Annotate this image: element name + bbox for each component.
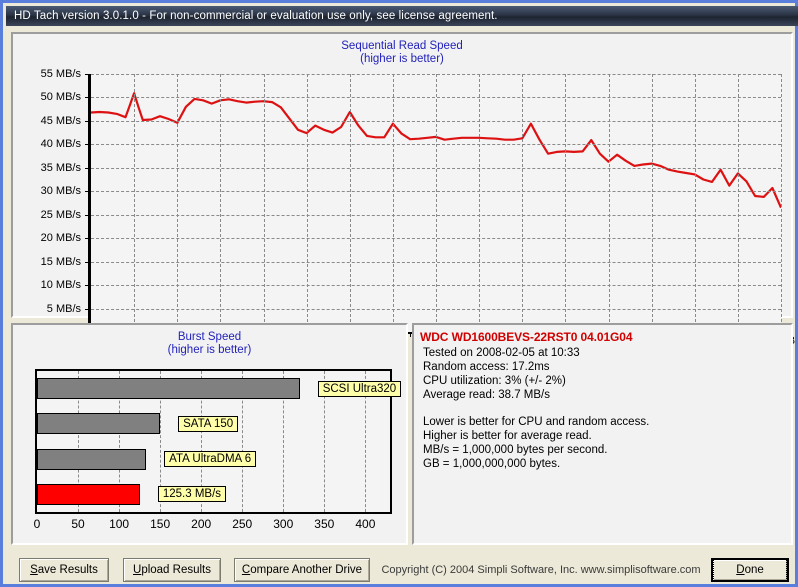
- sequential-y-tick: [85, 144, 91, 146]
- burst-x-tick-label: 0: [33, 517, 41, 531]
- note-gb-definition: GB = 1,000,000,000 bytes.: [423, 458, 561, 470]
- drive-model-label: WDC WD1600BEVS-22RST0 04.01G04: [420, 330, 633, 344]
- burst-x-tick-label: 300: [273, 517, 294, 531]
- sequential-plot-area: [85, 74, 782, 337]
- window-title-bar: HD Tach version 3.0.1.0 - For non-commer…: [6, 6, 798, 26]
- sequential-y-tick: [85, 285, 91, 287]
- sequential-chart-title: Sequential Read Speed (higher is better): [13, 40, 791, 66]
- sequential-y-tick-label: 10 MB/s: [40, 279, 81, 292]
- sequential-gridline-v: [737, 74, 739, 332]
- save-results-button[interactable]: Save Results: [19, 558, 109, 582]
- burst-x-axis-labels: 0 50 100 150 200 250 300 350 400: [33, 517, 392, 533]
- sequential-y-axis-labels: 0 MB/s5 MB/s10 MB/s15 MB/s20 MB/s25 MB/s…: [13, 68, 85, 338]
- sequential-gridline-v: [651, 74, 653, 332]
- sequential-gridline-v: [220, 74, 222, 332]
- sequential-gridline-v: [263, 74, 265, 332]
- sequential-y-tick: [85, 74, 91, 75]
- burst-x-tick-label: 350: [314, 517, 335, 531]
- done-accel: D: [736, 564, 745, 576]
- sequential-gridline-v: [608, 74, 610, 332]
- sequential-read-panel: Sequential Read Speed (higher is better)…: [11, 32, 795, 347]
- compare-label: ompare Another Drive: [250, 564, 363, 576]
- sequential-gridline-v: [565, 74, 567, 332]
- upload-label: pload Results: [141, 564, 211, 576]
- note-lower-better: Lower is better for CPU and random acces…: [423, 416, 650, 428]
- sequential-title-line1: Sequential Read Speed: [341, 40, 463, 52]
- save-accel: S: [30, 564, 38, 576]
- sequential-y-tick-label: 20 MB/s: [40, 232, 81, 245]
- sequential-gridline-v: [781, 74, 782, 332]
- sequential-y-tick-label: 40 MB/s: [40, 138, 81, 151]
- sequential-gridline-v: [694, 74, 696, 332]
- burst-x-tick-label: 100: [109, 517, 130, 531]
- sequential-gridline-v: [436, 74, 437, 332]
- burst-bar: [37, 483, 140, 505]
- sequential-y-tick-label: 30 MB/s: [40, 185, 81, 198]
- compare-accel: C: [241, 564, 251, 576]
- save-label: ave Results: [37, 564, 98, 576]
- sequential-y-tick-label: 35 MB/s: [40, 161, 81, 174]
- sequential-gridline-v: [306, 74, 308, 332]
- burst-title-line1: Burst Speed: [177, 331, 242, 343]
- sequential-y-tick-label: 45 MB/s: [40, 114, 81, 127]
- sequential-y-tick: [85, 167, 91, 169]
- note-mbps-definition: MB/s = 1,000,000 bytes per second.: [423, 444, 608, 456]
- sequential-gridline-v: [479, 74, 481, 332]
- sequential-y-tick-label: 50 MB/s: [40, 91, 81, 104]
- done-button[interactable]: Done: [711, 558, 789, 582]
- burst-bar: [37, 448, 147, 470]
- sequential-title-line2: (higher is better): [360, 53, 444, 65]
- sequential-y-tick-label: 5 MB/s: [46, 302, 81, 315]
- sequential-y-tick: [85, 120, 91, 122]
- sequential-y-tick-label: 55 MB/s: [40, 68, 81, 80]
- window-title-text: HD Tach version 3.0.1.0 - For non-commer…: [14, 10, 498, 22]
- burst-bar-label: SATA 150: [178, 415, 239, 432]
- note-higher-better: Higher is better for average read.: [423, 430, 592, 442]
- burst-bar-label: SCSI Ultra320: [317, 380, 402, 397]
- average-read-label: Average read: 38.7 MB/s: [423, 389, 550, 401]
- burst-x-tick-label: 150: [150, 517, 171, 531]
- burst-chart-title: Burst Speed (higher is better): [13, 331, 406, 357]
- drive-info-panel: WDC WD1600BEVS-22RST0 04.01G04 Tested on…: [412, 323, 793, 545]
- burst-bar: [37, 413, 161, 435]
- burst-bar-label: 125.3 MB/s: [157, 486, 227, 503]
- sequential-y-tick: [85, 97, 91, 99]
- sequential-y-tick: [85, 191, 91, 193]
- burst-x-tick-label: 200: [191, 517, 212, 531]
- sequential-gridline-v: [392, 74, 394, 332]
- hd-tach-window: HD Tach version 3.0.1.0 - For non-commer…: [0, 0, 798, 587]
- random-access-label: Random access: 17.2ms: [423, 361, 550, 373]
- burst-bar-label: ATA UltraDMA 6: [164, 451, 257, 468]
- sequential-y-tick: [85, 261, 91, 263]
- sequential-y-tick: [85, 238, 91, 240]
- copyright-label: Copyright (C) 2004 Simpli Software, Inc.…: [381, 564, 701, 576]
- sequential-y-tick-label: 15 MB/s: [40, 255, 81, 268]
- sequential-gridline-v: [177, 74, 179, 332]
- upload-results-button[interactable]: Upload Results: [123, 558, 221, 582]
- sequential-gridline-v: [134, 74, 136, 332]
- tested-date-label: Tested on 2008-02-05 at 10:33: [423, 347, 580, 359]
- burst-x-tick-label: 400: [355, 517, 376, 531]
- compare-another-drive-button[interactable]: Compare Another Drive: [234, 558, 370, 582]
- burst-bar: [37, 378, 300, 400]
- sequential-y-tick: [85, 308, 91, 310]
- sequential-gridline-v: [522, 74, 524, 332]
- done-label: one: [744, 564, 764, 576]
- burst-title-line2: (higher is better): [167, 344, 252, 356]
- burst-x-tick-label: 50: [71, 517, 85, 531]
- burst-speed-panel: Burst Speed (higher is better) SCSI Ultr…: [11, 323, 408, 545]
- sequential-y-tick: [85, 214, 91, 216]
- sequential-y-tick-label: 25 MB/s: [40, 208, 81, 221]
- sequential-gridline-v: [349, 74, 351, 332]
- cpu-utilization-label: CPU utilization: 3% (+/- 2%): [423, 375, 566, 387]
- burst-plot-area: SCSI Ultra320 SATA 150 ATA UltraDMA 6 125.3…: [35, 369, 402, 514]
- burst-x-tick-label: 250: [232, 517, 253, 531]
